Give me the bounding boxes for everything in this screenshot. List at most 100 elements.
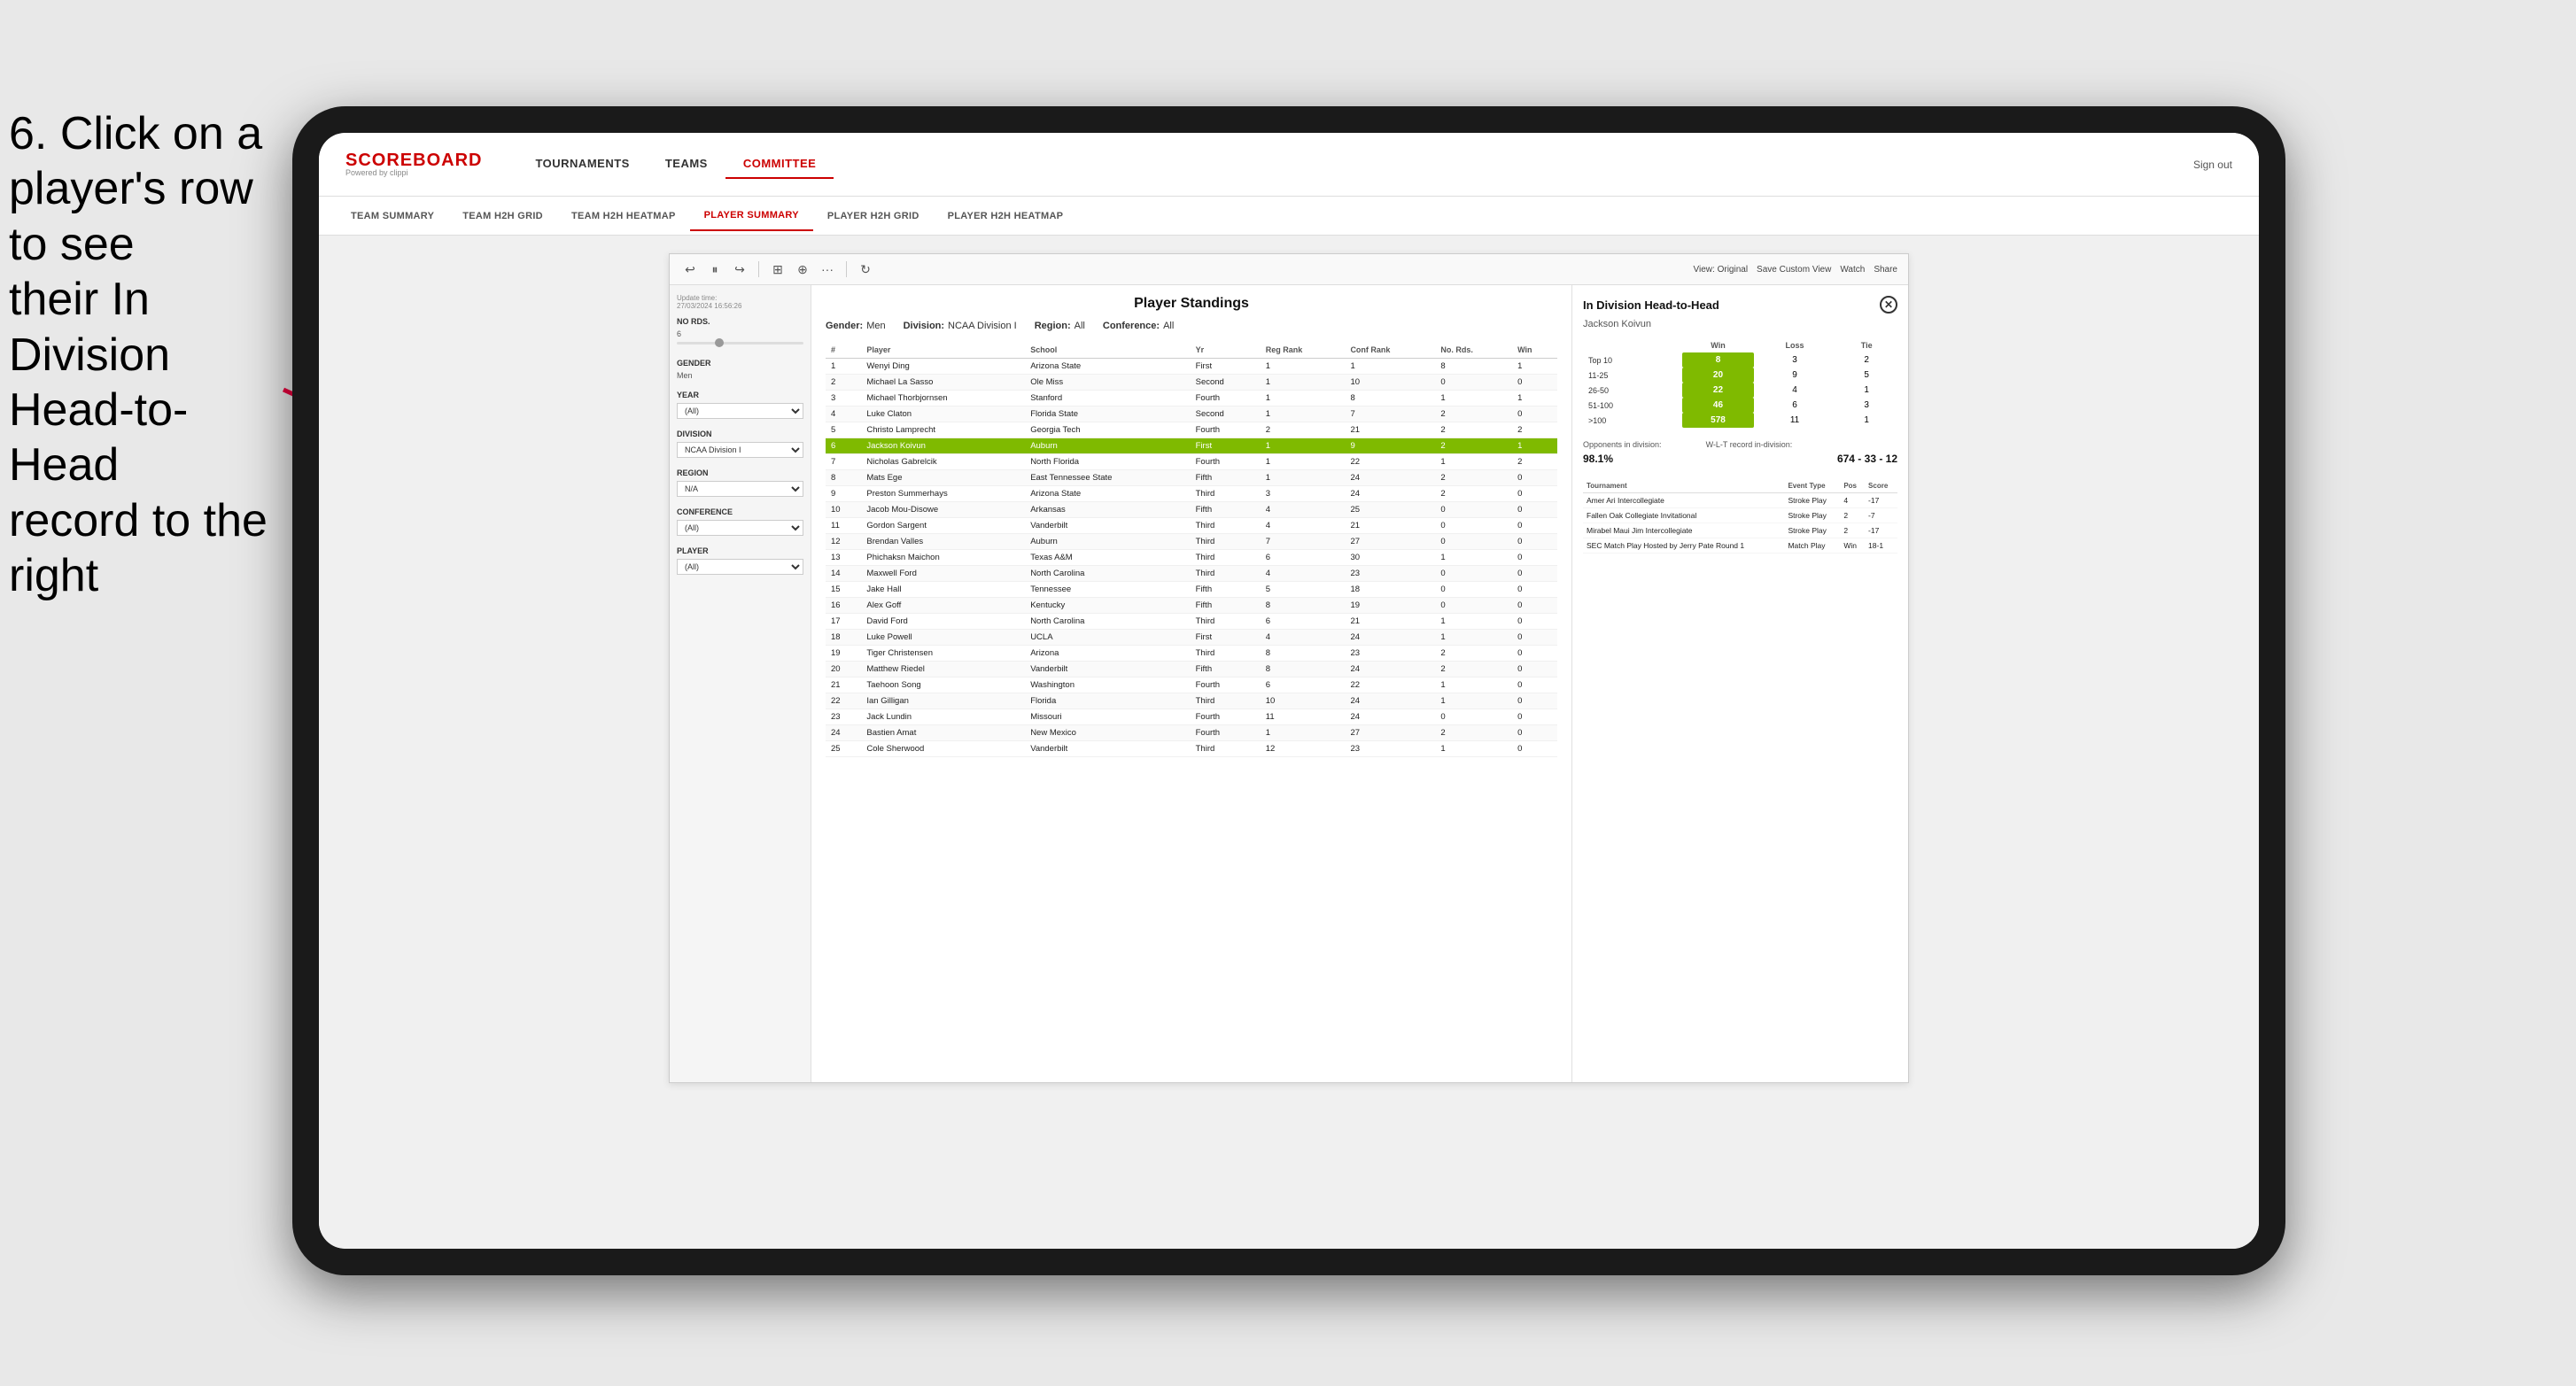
cell-score: -17 (1865, 523, 1897, 538)
cell-player: Maxwell Ford (861, 566, 1025, 582)
cell-win: 0 (1512, 470, 1557, 486)
table-row[interactable]: 22 Ian Gilligan Florida Third 10 24 1 0 (826, 693, 1557, 709)
subnav-team-summary[interactable]: TEAM SUMMARY (337, 202, 448, 230)
division-select[interactable]: NCAA Division I (677, 442, 803, 458)
subnav-player-h2h-heatmap[interactable]: PLAYER H2H HEATMAP (934, 202, 1078, 230)
cell-rds: 1 (1435, 741, 1512, 757)
instruction-text: 6. Click on a player's row to see their … (0, 106, 275, 604)
table-row[interactable]: 16 Alex Goff Kentucky Fifth 8 19 0 0 (826, 598, 1557, 614)
cell-reg: 4 (1261, 630, 1346, 646)
year-select[interactable]: (All) (677, 403, 803, 419)
table-row[interactable]: 8 Mats Ege East Tennessee State Fifth 1 … (826, 470, 1557, 486)
cell-h2h-win: 8 (1682, 352, 1753, 368)
cell-rds: 2 (1435, 646, 1512, 662)
cell-h2h-tie: 2 (1835, 352, 1897, 368)
cell-reg: 12 (1261, 741, 1346, 757)
standings-filters: Gender: Men Division: NCAA Division I Re… (826, 321, 1557, 331)
no-rds-slider[interactable] (677, 338, 803, 348)
table-row[interactable]: 20 Matthew Riedel Vanderbilt Fifth 8 24 … (826, 662, 1557, 678)
table-row[interactable]: 2 Michael La Sasso Ole Miss Second 1 10 … (826, 375, 1557, 391)
cell-player: Ian Gilligan (861, 693, 1025, 709)
watch-button[interactable]: Watch (1840, 265, 1865, 275)
subnav-player-h2h-grid[interactable]: PLAYER H2H GRID (813, 202, 934, 230)
table-row[interactable]: 9 Preston Summerhays Arizona State Third… (826, 486, 1557, 502)
region-label: Region (677, 468, 803, 477)
table-row[interactable]: 5 Christo Lamprecht Georgia Tech Fourth … (826, 422, 1557, 438)
undo-button[interactable]: ↩ (680, 259, 700, 279)
table-row[interactable]: 25 Cole Sherwood Vanderbilt Third 12 23 … (826, 741, 1557, 757)
cell-player: Mats Ege (861, 470, 1025, 486)
cell-tour-name: Mirabel Maui Jim Intercollegiate (1583, 523, 1784, 538)
slider-thumb[interactable] (715, 338, 724, 347)
redo-pause-button[interactable]: ⏸ (705, 259, 725, 279)
cell-reg: 1 (1261, 454, 1346, 470)
cell-rds: 0 (1435, 582, 1512, 598)
cell-school: New Mexico (1025, 725, 1190, 741)
h2h-close-button[interactable]: ✕ (1880, 296, 1897, 314)
cell-pos: 2 (1840, 508, 1865, 523)
table-row[interactable]: 10 Jacob Mou-Disowe Arkansas Fifth 4 25 … (826, 502, 1557, 518)
player-select[interactable]: (All) (677, 559, 803, 575)
table-row[interactable]: 23 Jack Lundin Missouri Fourth 11 24 0 0 (826, 709, 1557, 725)
table-row[interactable]: 24 Bastien Amat New Mexico Fourth 1 27 2… (826, 725, 1557, 741)
conference-select[interactable]: (All) (677, 520, 803, 536)
pbi-frame: ↩ ⏸ ↪ ⊞ ⊕ ··· ↻ View: Original Save Cust… (669, 253, 1909, 1083)
cell-reg: 1 (1261, 391, 1346, 407)
sign-out-button[interactable]: Sign out (2193, 159, 2232, 171)
table-row[interactable]: 1 Wenyi Ding Arizona State First 1 1 8 1 (826, 359, 1557, 375)
toolbar-divider-2 (846, 261, 847, 277)
save-custom-view-button[interactable]: Save Custom View (1757, 265, 1831, 275)
col-pos: Pos (1840, 479, 1865, 493)
nav-teams[interactable]: TEAMS (648, 150, 725, 179)
table-row[interactable]: 14 Maxwell Ford North Carolina Third 4 2… (826, 566, 1557, 582)
more-button[interactable]: ··· (818, 259, 837, 279)
table-row[interactable]: 19 Tiger Christensen Arizona Third 8 23 … (826, 646, 1557, 662)
table-row[interactable]: 18 Luke Powell UCLA First 4 24 1 0 (826, 630, 1557, 646)
cell-player: Michael Thorbjornsen (861, 391, 1025, 407)
conference-label: Conference (677, 507, 803, 516)
table-row[interactable]: 12 Brendan Valles Auburn Third 7 27 0 0 (826, 534, 1557, 550)
subnav-team-h2h-heatmap[interactable]: TEAM H2H HEATMAP (557, 202, 690, 230)
cell-tour-name: Amer Ari Intercollegiate (1583, 493, 1784, 508)
cell-player: Jackson Koivun (861, 438, 1025, 454)
gender-filter-display: Gender: Men (826, 321, 886, 331)
table-row[interactable]: 7 Nicholas Gabrelcik North Florida Fourt… (826, 454, 1557, 470)
region-select[interactable]: N/A (677, 481, 803, 497)
cell-win: 0 (1512, 502, 1557, 518)
table-row[interactable]: 6 Jackson Koivun Auburn First 1 9 2 1 (826, 438, 1557, 454)
sub-nav: TEAM SUMMARY TEAM H2H GRID TEAM H2H HEAT… (319, 197, 2259, 236)
h2h-ranking-body: Top 10 8 3 2 11-25 20 9 5 26-50 22 4 1 5… (1583, 352, 1897, 428)
cell-yr: First (1191, 438, 1261, 454)
cell-yr: Third (1191, 741, 1261, 757)
nav-committee[interactable]: COMMITTEE (725, 150, 834, 179)
cell-win: 0 (1512, 566, 1557, 582)
refresh-button[interactable]: ↻ (856, 259, 875, 279)
table-row[interactable]: 21 Taehoon Song Washington Fourth 6 22 1… (826, 678, 1557, 693)
table-row[interactable]: 3 Michael Thorbjornsen Stanford Fourth 1… (826, 391, 1557, 407)
subnav-player-summary[interactable]: PLAYER SUMMARY (690, 201, 813, 231)
report-area: Update time: 27/03/2024 16:56:26 No Rds.… (670, 285, 1908, 1082)
filter-button[interactable]: ⊞ (768, 259, 788, 279)
tablet-screen: SCOREBOARD Powered by clippi TOURNAMENTS… (319, 133, 2259, 1249)
view-original-button[interactable]: View: Original (1694, 265, 1749, 275)
cell-reg: 10 (1261, 693, 1346, 709)
cell-h2h-loss: 11 (1754, 413, 1836, 428)
cell-h2h-tie: 1 (1835, 383, 1897, 398)
cell-rds: 2 (1435, 422, 1512, 438)
subnav-team-h2h-grid[interactable]: TEAM H2H GRID (448, 202, 557, 230)
cell-num: 16 (826, 598, 861, 614)
table-row[interactable]: 13 Phichaksn Maichon Texas A&M Third 6 3… (826, 550, 1557, 566)
cell-h2h-win: 578 (1682, 413, 1753, 428)
nav-tournaments[interactable]: TOURNAMENTS (517, 150, 647, 179)
cell-reg: 1 (1261, 375, 1346, 391)
table-row[interactable]: 15 Jake Hall Tennessee Fifth 5 18 0 0 (826, 582, 1557, 598)
zoom-in-button[interactable]: ⊕ (793, 259, 812, 279)
cell-conf: 30 (1345, 550, 1435, 566)
cell-num: 8 (826, 470, 861, 486)
table-row[interactable]: 11 Gordon Sargent Vanderbilt Third 4 21 … (826, 518, 1557, 534)
redo-button[interactable]: ↪ (730, 259, 749, 279)
cell-rds: 2 (1435, 438, 1512, 454)
table-row[interactable]: 17 David Ford North Carolina Third 6 21 … (826, 614, 1557, 630)
share-button[interactable]: Share (1874, 265, 1897, 275)
table-row[interactable]: 4 Luke Claton Florida State Second 1 7 2… (826, 407, 1557, 422)
